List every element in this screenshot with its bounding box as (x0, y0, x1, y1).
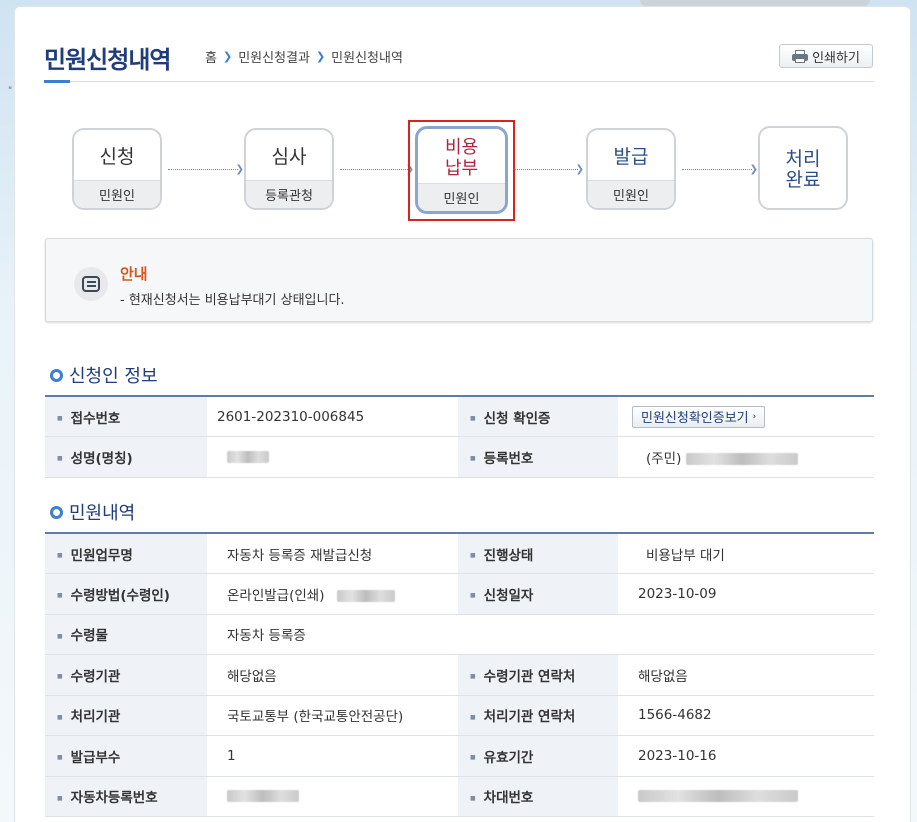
confirm-label: 신청 확인증 (458, 396, 618, 437)
chevron-right-icon: ❯ (235, 164, 244, 175)
valid-value: 2023-10-16 (618, 735, 874, 777)
step-main-label: 비용 납부 (444, 137, 479, 179)
receipt-no-value: 2601-202310-006845 (207, 396, 458, 437)
applicant-section-label: 신청인 정보 (69, 366, 158, 387)
confirm-cell: 민원신청확인증보기 › (618, 396, 874, 437)
chevron-right-icon: ❯ (315, 50, 326, 63)
date-label: 신청일자 (458, 573, 618, 615)
print-button[interactable]: 인쇄하기 (779, 44, 873, 68)
petition-section-label: 민원내역 (69, 503, 136, 524)
chevron-right-icon: ❯ (575, 164, 584, 175)
redacted-block (227, 450, 269, 463)
notice-box: 안내 - 현재신청서는 비용납부대기 상태입니다. (45, 238, 873, 322)
section-bullet-icon (50, 368, 63, 382)
table-row: 자동차등록번호 차대번호 (45, 776, 874, 817)
step-payment: 비용 납부 민원인 (415, 126, 508, 214)
chevron-right-icon: ❯ (749, 164, 758, 175)
notice-title: 안내 (120, 265, 148, 283)
method-label: 수령방법(수령인) (45, 573, 207, 615)
applicant-table: 접수번호 2601-202310-006845 신청 확인증 민원신청확인증보기… (45, 395, 874, 478)
step-apply: 신청 민원인 (72, 128, 162, 210)
method-cell: 온라인발급(인쇄) (207, 573, 458, 615)
section-bullet-icon (50, 505, 63, 519)
table-row: 접수번호 2601-202310-006845 신청 확인증 민원신청확인증보기… (45, 396, 874, 437)
breadcrumb-home[interactable]: 홈 (205, 47, 217, 66)
printer-icon (792, 49, 809, 63)
agency-contact-label: 수령기관 연락처 (458, 654, 618, 696)
breadcrumb-result[interactable]: 민원신청결과 (238, 47, 310, 66)
step-arrow: ❯ (682, 164, 758, 175)
table-row: 처리기관 국토교통부 (한국교통안전공단) 처리기관 연락처 1566-4682 (45, 695, 874, 736)
car-no-value (207, 776, 458, 817)
redacted-block (336, 589, 395, 602)
copies-label: 발급부수 (45, 735, 207, 777)
view-confirmation-button[interactable]: 민원신청확인증보기 › (632, 405, 766, 428)
table-row: 민원업무명 자동차 등록증 재발급신청 진행상태 비용납부 대기 (45, 533, 874, 574)
car-no-label: 자동차등록번호 (45, 776, 207, 817)
petition-table: 민원업무명 자동차 등록증 재발급신청 진행상태 비용납부 대기 수령방법(수령… (45, 532, 874, 817)
page-title: 민원신청내역 (44, 46, 171, 74)
copies-value: 1 (207, 735, 458, 777)
proc-label: 처리기관 (45, 695, 207, 736)
method-value: 온라인발급(인쇄) (227, 587, 325, 604)
title-accent-bar (44, 80, 70, 83)
step-main-label: 심사 (271, 145, 307, 168)
step-main-label: 신청 (99, 145, 135, 168)
proc-contact-value: 1566-4682 (618, 695, 874, 736)
notice-text: - 현재신청서는 비용납부대기 상태입니다. (120, 293, 345, 308)
table-row: 성명(명칭) 등록번호 (주민) (45, 436, 874, 478)
table-row: 발급부수 1 유효기간 2023-10-16 (45, 735, 874, 777)
date-value: 2023-10-09 (618, 573, 874, 615)
vin-label: 차대번호 (458, 776, 618, 817)
name-value (207, 436, 458, 478)
step-sub-label: 등록관청 (246, 180, 332, 208)
proc-contact-label: 처리기관 연락처 (458, 695, 618, 736)
receipt-no-label: 접수번호 (45, 396, 207, 437)
step-sub-label: 민원인 (418, 183, 505, 211)
step-issue: 발급 민원인 (586, 128, 676, 210)
step-sub-label: 민원인 (74, 180, 160, 208)
step-arrow: ❯ (340, 164, 414, 175)
petition-section-title: 민원내역 (50, 499, 135, 525)
item-value: 자동차 등록증 (207, 614, 874, 655)
agency-value: 해당없음 (207, 654, 458, 696)
table-row: 수령물 자동차 등록증 (45, 614, 874, 655)
agency-label: 수령기관 (45, 654, 207, 696)
status-value: 비용납부 대기 (618, 533, 874, 574)
chevron-right-icon: ❯ (222, 50, 233, 63)
step-arrow: ❯ (168, 164, 244, 175)
chevron-right-icon: › (752, 411, 757, 422)
redacted-block (227, 790, 299, 803)
item-label: 수령물 (45, 614, 207, 655)
table-row: 수령기관 해당없음 수령기관 연락처 해당없음 (45, 654, 874, 696)
valid-label: 유효기간 (458, 735, 618, 777)
left-tick-mark: " (8, 86, 13, 96)
agency-contact-value: 해당없음 (618, 654, 874, 696)
step-main-label: 발급 (613, 145, 649, 168)
step-sub-label: 민원인 (588, 180, 674, 208)
step-arrow: ❯ (514, 164, 584, 175)
reg-no-prefix: (주민) (646, 450, 682, 467)
applicant-section-title: 신청인 정보 (50, 362, 158, 388)
print-button-label: 인쇄하기 (812, 50, 860, 66)
work-name-label: 민원업무명 (45, 533, 207, 574)
proc-value: 국토교통부 (한국교통안전공단) (207, 695, 458, 736)
reg-no-value: (주민) (618, 436, 874, 478)
view-confirmation-label: 민원신청확인증보기 (641, 411, 749, 426)
step-review: 심사 등록관청 (244, 128, 334, 210)
breadcrumb-current: 민원신청내역 (331, 51, 403, 66)
reg-no-label: 등록번호 (458, 436, 618, 478)
name-label: 성명(명칭) (45, 436, 207, 478)
work-name-value: 자동차 등록증 재발급신청 (207, 533, 458, 574)
step-main-label: 처리 완료 (785, 148, 821, 191)
step-complete: 처리 완료 (758, 126, 848, 210)
table-row: 수령방법(수령인) 온라인발급(인쇄) 신청일자 2023-10-09 (45, 573, 874, 615)
redacted-block (638, 790, 798, 803)
notice-icon (74, 267, 108, 301)
status-label: 진행상태 (458, 533, 618, 574)
breadcrumb: 홈 ❯ 민원신청결과 ❯ 민원신청내역 (205, 47, 403, 66)
redacted-block (685, 452, 798, 465)
vin-value (618, 776, 874, 817)
header-divider (44, 81, 874, 82)
